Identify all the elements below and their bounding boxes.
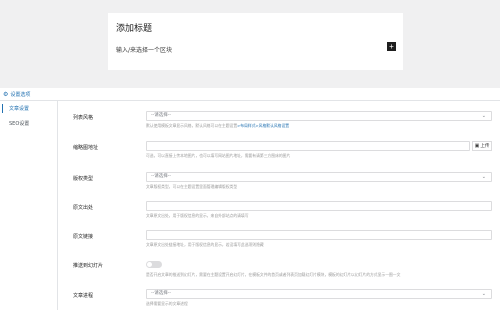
gear-icon: ⚙ — [3, 90, 9, 98]
tab-label: SEO设置 — [9, 121, 30, 127]
source-link-label: 原文链接 — [73, 234, 94, 240]
recommend-toggle[interactable] — [146, 261, 162, 268]
source-origin-input[interactable] — [146, 201, 492, 211]
source-origin-label: 原文出处 — [73, 205, 94, 211]
toggle-knob — [147, 262, 152, 267]
tab-article-settings[interactable]: 文章设置 — [0, 101, 57, 116]
post-title-input[interactable]: 添加标题 — [116, 21, 152, 34]
list-style-select[interactable]: --请选择-- ⌄ — [146, 111, 492, 121]
thumbnail-label: 缩略图地址 — [73, 145, 99, 151]
article-type-label: 版权类型 — [73, 176, 94, 182]
list-style-help: 默认使用模板文章显示风格，默认风格可以在主题设置>布局样式>风格默认风格设置 — [146, 123, 290, 128]
source-link-input[interactable] — [146, 230, 492, 240]
article-tags-help: 选择需要显示的文章进程 — [146, 301, 188, 306]
thumbnail-input[interactable] — [146, 141, 470, 151]
settings-fields: 列表风格 --请选择-- ⌄ 默认使用模板文章显示风格，默认风格可以在主题设置>… — [58, 101, 500, 310]
chevron-down-icon: ⌄ — [481, 113, 486, 119]
upload-button[interactable]: ▣ 上传 — [472, 141, 492, 151]
article-tags-label: 文章进程 — [73, 293, 94, 299]
editor-canvas: 添加标题 输入/来选择一个区块 + — [0, 0, 500, 88]
settings-header[interactable]: ⚙ 设置选项 — [0, 88, 500, 101]
thumbnail-help: 可选，可以直接上传本地图片，也可以填写网站图片地址，需要有请第三方图床的图片 — [146, 153, 291, 158]
source-link-help: 文章原文出处链接地址，用于版权信息的显示，若没填写此选项则隐藏 — [146, 242, 264, 247]
upload-icon: ▣ — [474, 143, 480, 149]
source-origin-help: 文章原文出处，用于版权信息的显示，来自外部站点的请填写 — [146, 213, 249, 218]
article-type-help: 文章版权类型，可以在主题设置里面管理编辑版权类型 — [146, 184, 238, 189]
block-placeholder[interactable]: 输入/来选择一个区块 — [116, 45, 172, 54]
theme-settings-link[interactable]: >布局样式>风格默认风格设置 — [237, 123, 289, 128]
settings-sidebar: 文章设置 SEO设置 — [0, 101, 58, 310]
article-type-select[interactable]: --请选择-- ⌄ — [146, 172, 492, 182]
chevron-down-icon: ⌄ — [481, 174, 486, 180]
list-style-label: 列表风格 — [73, 115, 94, 121]
settings-panel: ⚙ 设置选项 文章设置 SEO设置 列表风格 --请选择-- ⌄ 默认使用模板文… — [0, 88, 500, 310]
recommend-label: 推送到幻灯片 — [73, 263, 104, 269]
recommend-help: 是否开启文章的推送到幻灯片，需要在主题设置开启幻灯片，在模板文件的首页或者列表页… — [146, 272, 401, 277]
article-type-value: --请选择-- — [151, 174, 171, 179]
tab-label: 文章设置 — [9, 106, 30, 112]
settings-header-label: 设置选项 — [10, 91, 31, 98]
article-tags-value: --请选择-- — [151, 291, 171, 296]
chevron-down-icon: ⌄ — [481, 291, 486, 297]
upload-label: 上传 — [480, 144, 490, 149]
article-tags-select[interactable]: --请选择-- ⌄ — [146, 289, 492, 299]
tab-seo-settings[interactable]: SEO设置 — [0, 116, 57, 131]
list-style-value: --请选择-- — [151, 113, 171, 118]
editor-card: 添加标题 输入/来选择一个区块 + — [108, 13, 403, 70]
add-block-button[interactable]: + — [387, 42, 396, 51]
